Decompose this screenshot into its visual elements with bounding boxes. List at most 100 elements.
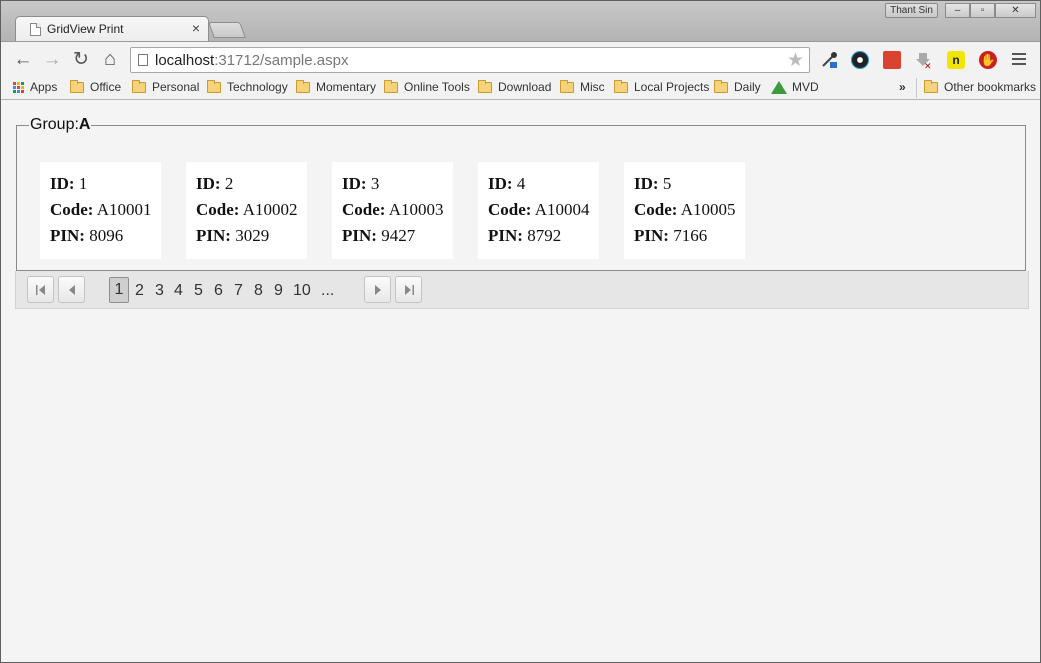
next-page-button[interactable] [364,276,391,303]
svg-text:✕: ✕ [924,62,932,69]
maximize-button[interactable]: ▫ [970,3,995,18]
browser-window: GridView Print × Thant Sin ‒ ▫ ✕ ← → ↻ ⌂… [0,0,1041,663]
card-code-row: Code: A10003 [342,200,453,226]
bookmark-folder-office[interactable]: Office [70,79,122,94]
card-pin-label: PIN: [488,226,523,245]
minimize-button[interactable]: ‒ [945,3,970,18]
bookmark-label: Office [90,80,122,94]
tab-close-icon[interactable]: × [192,20,200,36]
page-link[interactable]: 4 [174,282,183,300]
page-link[interactable]: 7 [234,282,243,300]
first-page-button[interactable] [27,276,54,303]
card-id-value: 1 [78,174,88,193]
card-pin-value: 8792 [527,226,562,245]
card-code-row: Code: A10002 [196,200,307,226]
url-text: localhost:31712/sample.aspx [155,52,348,69]
group-value: A [78,116,91,133]
record-card: ID: 4 Code: A10004 PIN: 8792 [478,162,599,259]
current-page[interactable]: 1 [109,277,129,303]
tab-strip: GridView Print × Thant Sin ‒ ▫ ✕ [1,1,1040,43]
back-icon[interactable]: ← [13,50,33,70]
tab-gridview-print[interactable]: GridView Print × [15,16,209,43]
card-code-value: A10001 [96,200,152,219]
record-card: ID: 1 Code: A10001 PIN: 8096 [40,162,161,259]
card-code-label: Code: [342,200,386,219]
page-link[interactable]: 5 [194,282,203,300]
more-pages-link[interactable]: ... [321,282,334,300]
new-tab-button[interactable] [208,22,246,38]
url-host: localhost [155,52,215,69]
bookmark-label: Local Projects [634,80,710,94]
stop-extension-icon[interactable]: ✋ [979,51,997,69]
previous-page-button[interactable] [58,276,85,303]
previous-page-icon [69,285,75,295]
bookmark-folder-online-tools[interactable]: Online Tools [384,79,470,94]
reload-icon[interactable]: ↻ [71,50,91,70]
bookmark-folder-misc[interactable]: Misc [560,79,605,94]
bookmark-label: Personal [152,80,200,94]
page-link[interactable]: 2 [135,282,144,300]
page-link[interactable]: 8 [254,282,263,300]
page-link[interactable]: 3 [155,282,164,300]
bookmark-folder-local-projects[interactable]: Local Projects [614,79,710,94]
card-id-label: ID: [50,174,75,193]
page-icon [138,54,148,66]
forward-icon[interactable]: → [42,50,62,70]
folder-icon [296,79,310,93]
url-path: :31712/sample.aspx [214,52,349,69]
last-page-button[interactable] [395,276,422,303]
bookmark-label: Daily [734,80,761,94]
card-code-row: Code: A10001 [50,200,161,226]
record-card: ID: 2 Code: A10002 PIN: 3029 [186,162,307,259]
eyedropper-extension-icon[interactable] [820,51,838,69]
bookmark-star-icon[interactable]: ★ [787,49,804,72]
bookmark-folder-other[interactable]: Other bookmarks [924,79,1036,94]
profile-button[interactable]: Thant Sin [885,3,938,18]
card-pin-row: PIN: 3029 [196,226,307,252]
group-legend: Group:A [29,116,91,134]
address-bar[interactable]: localhost:31712/sample.aspx ★ [130,47,810,73]
bookmark-folder-daily[interactable]: Daily [714,79,761,94]
chrome-menu-icon[interactable] [1012,53,1026,68]
bookmarks-bar: Apps Office Personal Technology Momentar… [1,76,1040,100]
first-page-icon [36,285,45,295]
bookmark-apps[interactable]: Apps [13,80,57,94]
page-link[interactable]: 9 [274,282,283,300]
bookmark-folder-personal[interactable]: Personal [132,79,200,94]
card-pin-row: PIN: 9427 [342,226,453,252]
bookmark-label: Misc [580,80,605,94]
bookmark-folder-download[interactable]: Download [478,79,552,94]
card-pin-row: PIN: 7166 [634,226,745,252]
card-id-value: 4 [516,174,526,193]
card-id-label: ID: [488,174,513,193]
color-wheel-extension-icon[interactable] [851,51,869,69]
download-blocked-extension-icon[interactable]: ✕ [914,51,932,72]
card-id-label: ID: [196,174,221,193]
n-extension-icon[interactable]: n [947,51,965,69]
card-code-value: A10004 [534,200,590,219]
bookmark-folder-technology[interactable]: Technology [207,79,288,94]
card-code-label: Code: [50,200,94,219]
bookmarks-overflow-chevron[interactable]: » [899,80,906,94]
last-page-icon [405,285,414,295]
bookmark-mvd[interactable]: MVD [771,80,819,94]
card-pin-value: 8096 [89,226,124,245]
card-pin-value: 7166 [673,226,708,245]
home-icon[interactable]: ⌂ [100,49,120,70]
book-extension-icon[interactable] [883,51,901,69]
bookmark-folder-momentary[interactable]: Momentary [296,79,376,94]
close-window-button[interactable]: ✕ [995,3,1036,18]
page-link[interactable]: 6 [214,282,223,300]
folder-icon [132,79,146,93]
bookmarks-divider [916,78,917,98]
bookmark-label: Download [498,80,552,94]
apps-grid-icon [13,81,24,93]
page-link[interactable]: 10 [293,282,311,300]
card-id-row: ID: 2 [196,174,307,200]
folder-icon [478,79,492,93]
card-code-value: A10002 [242,200,298,219]
card-id-row: ID: 1 [50,174,161,200]
card-pin-row: PIN: 8792 [488,226,599,252]
folder-icon [560,79,574,93]
bookmark-label: Technology [227,80,288,94]
